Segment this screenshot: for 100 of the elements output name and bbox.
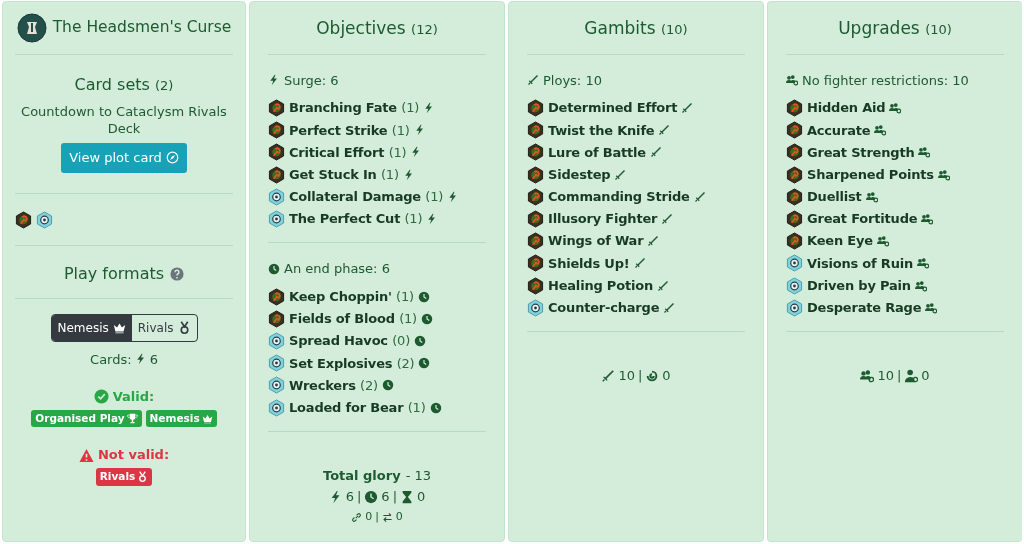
sword-icon (693, 190, 706, 203)
card-name[interactable]: Set Explosives (2) (289, 353, 415, 374)
card-name[interactable]: The Perfect Cut (1) (289, 209, 423, 229)
card-name[interactable]: Wreckers (2) (289, 375, 378, 396)
group-label: Ploys: 10 (543, 71, 602, 90)
sword-icon (661, 213, 674, 226)
card-name[interactable]: Illusory Fighter (548, 209, 658, 229)
hexagon-set-icon (268, 376, 285, 395)
hexagon-set-icon (527, 232, 544, 251)
card-name[interactable]: Desperate Rage (807, 298, 922, 318)
card-name[interactable]: Loaded for Bear (1) (289, 397, 426, 418)
stat-value: 0 (417, 488, 426, 507)
hexagon-set-icon (268, 121, 285, 140)
hexagon-set-icon (15, 210, 32, 229)
sword-icon (527, 74, 539, 87)
hexagon-set-icon (786, 187, 803, 206)
hexagon-set-icon (786, 232, 803, 251)
users-gear-icon (917, 257, 930, 270)
card-name[interactable]: Duellist (807, 187, 862, 207)
card-sets-count: (2) (155, 78, 174, 93)
sword-icon (601, 368, 616, 383)
clock-icon (268, 262, 280, 275)
sword-icon (658, 124, 671, 137)
hexagon-set-icon (786, 254, 803, 273)
crown-icon (112, 321, 126, 334)
help-icon[interactable] (170, 266, 185, 281)
hexagon-set-icon (786, 99, 803, 118)
card-name[interactable]: Critical Effort (1) (289, 142, 407, 163)
stat-value: 6 (381, 488, 390, 507)
card-name[interactable]: Determined Effort (548, 98, 678, 118)
stat-divider: | (637, 366, 643, 385)
crown-icon (201, 412, 213, 424)
users-gear-icon (937, 168, 950, 181)
users-gear-icon (860, 368, 875, 383)
stat-divider: | (356, 488, 362, 507)
card-name[interactable]: Accurate (807, 120, 871, 141)
link-icon (351, 511, 363, 523)
card-name[interactable]: Shields Up! (548, 253, 630, 274)
play-format-option[interactable]: Rivals (131, 314, 197, 341)
card-name[interactable]: Get Stuck In (1) (289, 164, 399, 185)
clock-icon (418, 357, 431, 370)
hexagon-set-icon (36, 210, 53, 229)
hexagon-set-icon (527, 298, 544, 317)
clock-icon (381, 379, 394, 392)
section-count: (10) (925, 22, 952, 37)
users-gear-icon (874, 124, 887, 137)
hexagon-set-icon (527, 143, 544, 162)
stat-value: 0 (662, 366, 671, 385)
card-name[interactable]: Sidestep (548, 164, 611, 185)
play-format-toggle[interactable]: Nemesis Rivals (50, 313, 198, 342)
card-name[interactable]: Fields of Blood (1) (289, 309, 417, 329)
sword-icon (633, 257, 646, 270)
clock-icon (364, 490, 379, 504)
card-name[interactable]: Commanding Stride (548, 187, 690, 207)
deck-title: The Headsmen's Curse (52, 17, 232, 39)
card-name[interactable]: Great Fortitude (807, 209, 918, 229)
card-name[interactable]: Keen Eye (807, 231, 873, 251)
hexagon-set-icon (268, 187, 285, 206)
card-name[interactable]: Perfect Strike (1) (289, 120, 410, 141)
stat-divider: | (392, 488, 398, 507)
user-gear-icon (904, 368, 919, 383)
medal-icon (137, 471, 149, 483)
card-name[interactable]: Hidden Aid (807, 98, 886, 118)
valid-label: Valid: (112, 388, 155, 406)
hexagon-set-icon (527, 121, 544, 140)
sword-icon (663, 301, 676, 314)
card-name[interactable]: Lure of Battle (548, 142, 646, 163)
total-glory-label: Total glory (323, 466, 401, 485)
clock-icon (421, 312, 433, 325)
format-badge: Rivals (95, 467, 153, 486)
sword-icon (657, 279, 669, 292)
play-formats-heading: Play formats (63, 262, 165, 285)
play-format-option[interactable]: Nemesis (51, 314, 132, 341)
card-name[interactable]: Healing Potion (548, 275, 653, 296)
not-valid-label: Not valid: (97, 446, 170, 465)
card-name[interactable]: Collateral Damage (1) (289, 187, 444, 207)
card-name[interactable]: Great Strength (807, 142, 915, 163)
users-gear-icon (865, 190, 878, 203)
stat-value: 0 (921, 366, 930, 385)
hexagon-set-icon (268, 354, 285, 373)
compass-icon (165, 151, 179, 165)
card-name[interactable]: Driven by Pain (807, 275, 911, 296)
sword-icon (614, 168, 627, 181)
card-name[interactable]: Keep Choppin' (1) (289, 286, 414, 307)
format-badge: Nemesis (145, 409, 217, 428)
card-set-name: Countdown to Cataclysm Rivals Deck (20, 103, 228, 137)
card-name[interactable]: Visions of Ruin (807, 253, 914, 274)
hexagon-set-icon (268, 287, 285, 306)
section-count: (12) (411, 22, 438, 37)
card-name[interactable]: Spread Havoc (0) (289, 331, 411, 351)
hexagon-set-icon (786, 298, 803, 317)
sword-icon (647, 235, 660, 248)
deck-logo-icon (16, 13, 47, 43)
hexagon-set-icon (527, 276, 544, 295)
hexagon-set-icon (786, 165, 803, 184)
card-name[interactable]: Counter-charge (548, 298, 660, 318)
card-name[interactable]: Wings of War (548, 231, 644, 251)
card-name[interactable]: Sharpened Points (807, 164, 934, 185)
card-name[interactable]: Branching Fate (1) (289, 98, 420, 118)
card-name[interactable]: Twist the Knife (548, 120, 655, 141)
